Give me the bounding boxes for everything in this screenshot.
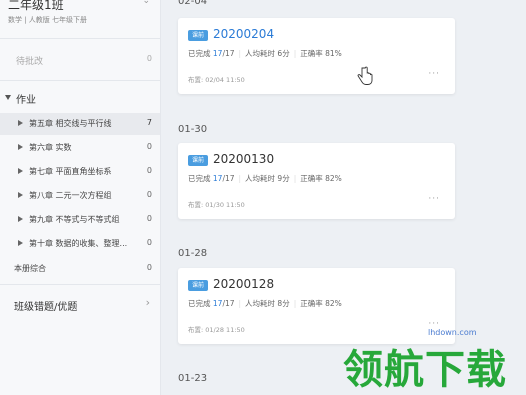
caret-right-icon [18, 192, 23, 198]
published-time: 布置: 01/30 11:50 [188, 201, 245, 209]
accuracy: 正确率 82% [300, 299, 342, 308]
sidebar-item-chapter-8[interactable]: 第八章 二元一次方程组 0 [0, 185, 160, 207]
date-heading: 01-28 [178, 248, 208, 259]
class-selector[interactable]: 二年级1班 ⌄ 数学 | 人教版 七年级下册 [8, 0, 158, 36]
type-tag: 课前 [188, 280, 208, 291]
chapter-label: 第十章 数据的收集、整理... [29, 239, 128, 248]
pending-label: 待批改 [16, 57, 44, 67]
completed-total: /17 [222, 49, 235, 58]
class-subtitle: 数学 | 人教版 七年级下册 [8, 16, 88, 24]
wrong-questions-label: 班级错题/优题 [14, 302, 78, 313]
divider [0, 38, 160, 39]
chapter-count: 0 [146, 166, 152, 175]
caret-right-icon [18, 240, 23, 246]
sidebar-item-pending[interactable]: 待批改 0 [0, 49, 160, 71]
type-tag: 课前 [188, 30, 208, 41]
comprehensive-count: 0 [146, 263, 152, 272]
chapter-count: 0 [146, 238, 152, 247]
date-heading: 01-30 [178, 124, 208, 135]
date-heading: 01-23 [178, 373, 208, 384]
watermark-url: lhdown.com [428, 328, 477, 337]
published-time: 布置: 01/28 11:50 [188, 326, 245, 334]
more-icon[interactable]: ··· [428, 194, 440, 204]
avg-time: 人均耗时 8分 [245, 299, 290, 308]
homework-card[interactable]: 课前 20200204 已完成 17/17 | 人均耗时 6分 | 正确率 81% 布置… [178, 18, 455, 94]
caret-right-icon [18, 120, 23, 126]
homework-card[interactable]: 课前 20200130 已完成 17/17 | 人均耗时 9分 | 正确率 82% 布置… [178, 143, 455, 219]
accuracy: 正确率 82% [300, 174, 342, 183]
watermark-logo: 领航下载 [343, 347, 507, 393]
divider [0, 284, 160, 285]
completed-count: 17 [212, 49, 223, 58]
caret-down-icon [5, 95, 11, 100]
chapter-count: 0 [146, 142, 152, 151]
homework-card[interactable]: 课前 20200128 已完成 17/17 | 人均耗时 8分 | 正确率 82% 布置… [178, 268, 455, 344]
class-title: 二年级1班 [8, 0, 64, 12]
caret-right-icon [18, 216, 23, 222]
completed-label: 已完成 [188, 49, 211, 58]
sidebar-item-chapter-7[interactable]: 第七章 平面直角坐标系 0 [0, 161, 160, 183]
hand-cursor-icon [357, 66, 373, 85]
homework-title[interactable]: 20200130 [213, 152, 274, 166]
chapter-label: 第六章 实数 [29, 143, 72, 152]
completed-count: 17 [212, 299, 223, 308]
completed-count: 17 [212, 174, 223, 183]
homework-section-header[interactable]: 作业 [0, 89, 160, 107]
more-icon[interactable]: ··· [428, 69, 440, 79]
sidebar-item-chapter-5[interactable]: 第五章 相交线与平行线 7 [0, 113, 160, 135]
completed-label: 已完成 [188, 299, 211, 308]
chapter-count: 7 [146, 118, 152, 127]
avg-time: 人均耗时 6分 [245, 49, 290, 58]
homework-stats: 已完成 17/17 | 人均耗时 9分 | 正确率 82% [188, 174, 342, 183]
completed-label: 已完成 [188, 174, 211, 183]
chapter-count: 0 [146, 214, 152, 223]
published-time: 布置: 02/04 11:50 [188, 76, 245, 84]
type-tag: 课前 [188, 155, 208, 166]
sidebar: 二年级1班 ⌄ 数学 | 人教版 七年级下册 待批改 0 作业 第五章 相交线与… [0, 0, 161, 395]
avg-time: 人均耗时 9分 [245, 174, 290, 183]
chapter-label: 第八章 二元一次方程组 [29, 191, 112, 200]
chevron-right-icon: › [145, 296, 150, 309]
sidebar-item-chapter-9[interactable]: 第九章 不等式与不等式组 0 [0, 209, 160, 231]
caret-right-icon [18, 144, 23, 150]
divider [0, 80, 160, 81]
homework-title[interactable]: 20200204 [213, 27, 274, 41]
chevron-down-icon[interactable]: ⌄ [142, 0, 150, 6]
accuracy: 正确率 81% [300, 49, 342, 58]
sidebar-item-comprehensive[interactable]: 本册综合 0 [0, 258, 160, 280]
sidebar-item-chapter-10[interactable]: 第十章 数据的收集、整理... 0 [0, 233, 160, 255]
chapter-label: 第七章 平面直角坐标系 [29, 167, 112, 176]
caret-right-icon [18, 168, 23, 174]
sidebar-item-wrong-questions[interactable]: 班级错题/优题 › [0, 294, 160, 316]
comprehensive-label: 本册综合 [14, 264, 46, 273]
chapter-label: 第九章 不等式与不等式组 [29, 215, 120, 224]
homework-section-label: 作业 [16, 95, 36, 106]
chapter-label: 第五章 相交线与平行线 [29, 119, 112, 128]
date-heading: 02-04 [178, 0, 208, 7]
chapter-count: 0 [146, 190, 152, 199]
homework-title[interactable]: 20200128 [213, 277, 274, 291]
pending-count: 0 [146, 54, 152, 63]
homework-stats: 已完成 17/17 | 人均耗时 8分 | 正确率 82% [188, 299, 342, 308]
completed-total: /17 [222, 299, 235, 308]
homework-stats: 已完成 17/17 | 人均耗时 6分 | 正确率 81% [188, 49, 342, 58]
completed-total: /17 [222, 174, 235, 183]
sidebar-item-chapter-6[interactable]: 第六章 实数 0 [0, 137, 160, 159]
